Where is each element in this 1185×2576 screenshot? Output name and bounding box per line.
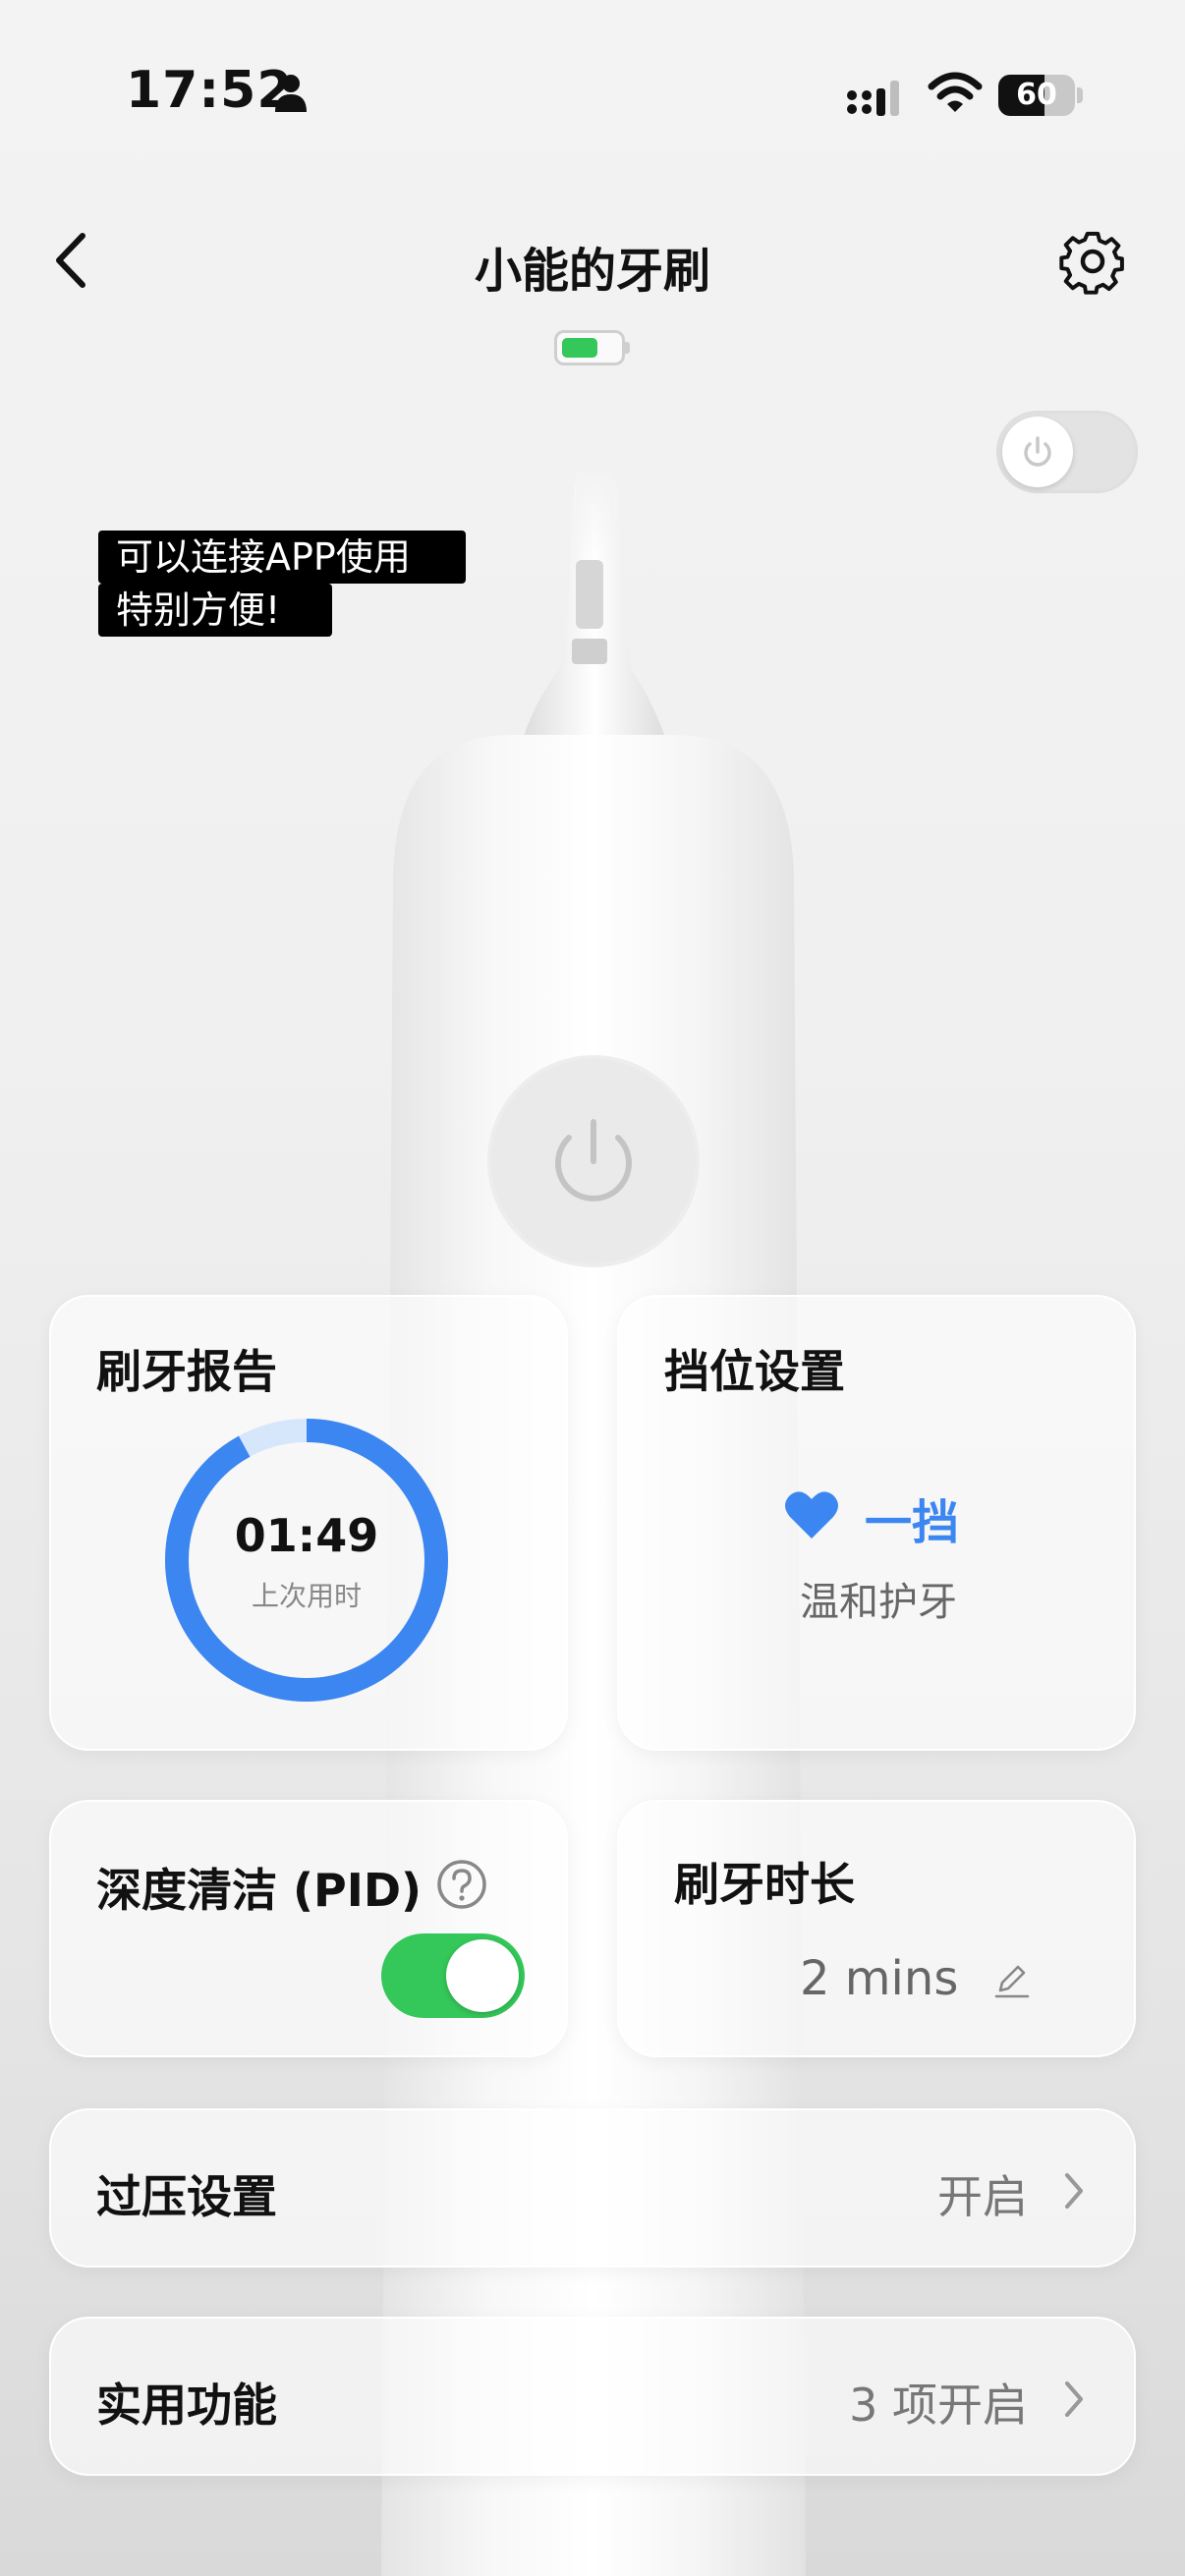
device-battery-indicator [554,330,631,365]
deep-clean-card: 深度清洁 (PID) [49,1800,568,2057]
deep-clean-toggle[interactable] [381,1933,525,2018]
last-brush-label: 上次用时 [251,1580,362,1612]
power-icon [1024,436,1051,467]
status-time: 17:52 [126,61,294,120]
overpressure-row[interactable]: 过压设置 开启 [49,2108,1136,2268]
brush-report-title: 刷牙报告 [96,1345,277,1398]
brush-duration-value: 2 mins [800,1951,959,2006]
chevron-right-icon [1065,2381,1083,2417]
caption-line-2: 特别方便! [98,584,332,637]
utilities-row[interactable]: 实用功能 3 项开启 [49,2317,1136,2476]
mode-setting-card[interactable]: 挡位设置 一挡 温和护牙 [617,1295,1136,1751]
utilities-value: 3 项开启 [849,2379,1028,2432]
deep-clean-title: 深度清洁 (PID) [96,1864,423,1917]
mode-description: 温和护牙 [800,1580,957,1625]
signal-icon [847,81,899,116]
heart-icon [785,1491,838,1539]
battery-percentage: 60 [1016,78,1057,112]
status-bar: 17:52 60 [0,0,1185,177]
person-icon [275,75,307,112]
power-toggle[interactable] [996,411,1138,493]
page-title: 小能的牙刷 [474,244,710,299]
caption-line-1: 可以连接APP使用 [98,531,466,584]
gear-icon[interactable] [1057,226,1128,297]
utilities-title: 实用功能 [96,2379,277,2432]
last-brush-time: 01:49 [234,1509,379,1562]
brush-duration-card[interactable]: 刷牙时长 2 mins [617,1800,1136,2057]
mode-setting-title: 挡位设置 [664,1345,845,1398]
battery-icon: 60 [998,75,1083,116]
overpressure-value: 开启 [937,2170,1028,2223]
mode-level: 一挡 [865,1495,960,1550]
brush-duration-title: 刷牙时长 [674,1858,855,1911]
overpressure-title: 过压设置 [96,2170,277,2223]
brush-report-card[interactable]: 刷牙报告 01:49 上次用时 [49,1295,568,1751]
chevron-right-icon [1065,2173,1083,2209]
wifi-icon [928,72,983,112]
pencil-icon[interactable] [990,1959,1034,2002]
help-icon[interactable] [436,1859,487,1910]
